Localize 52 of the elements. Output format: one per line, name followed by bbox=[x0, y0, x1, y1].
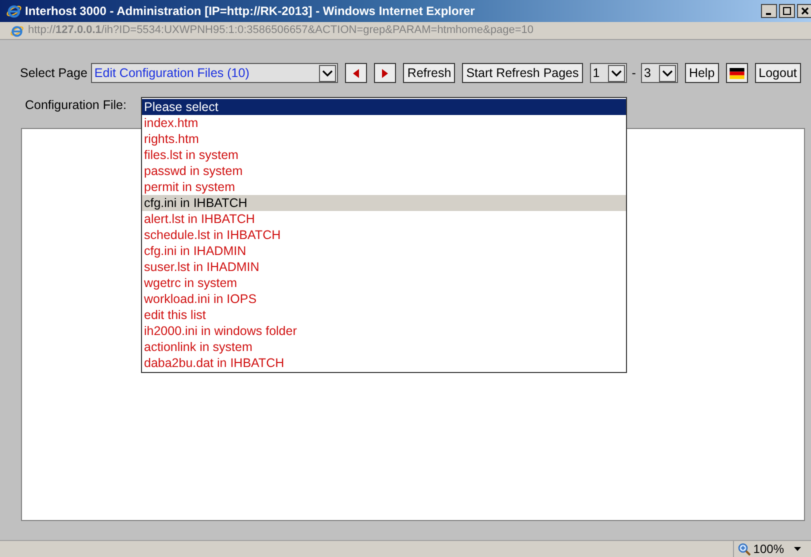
previous-button[interactable] bbox=[345, 63, 368, 83]
list-option[interactable]: rights.htm bbox=[142, 131, 626, 147]
dropdown-button[interactable] bbox=[608, 64, 625, 82]
flag-icon bbox=[728, 68, 745, 78]
url-text: http://127.0.0.1/ih?ID=5534:UXWPNH95:1:0:3586506657&ACTION=grep&PARAM=htmhome&page=10 bbox=[28, 23, 534, 38]
config-file-list[interactable] bbox=[141, 97, 627, 373]
list-option[interactable]: cfg.ini in IHADMIN bbox=[142, 243, 626, 259]
page-select[interactable]: Edit Configuration Files (10) bbox=[91, 63, 338, 83]
magnifier-icon bbox=[738, 542, 752, 556]
list-option[interactable]: actionlink in system bbox=[142, 339, 626, 355]
list-option[interactable]: index.htm bbox=[142, 115, 626, 131]
list-option[interactable]: files.lst in system bbox=[142, 147, 626, 163]
list-option[interactable]: ih2000.ini in windows folder bbox=[142, 323, 626, 339]
close-icon bbox=[801, 7, 809, 15]
start-refresh-button[interactable]: Start Refresh Pages bbox=[462, 63, 583, 83]
minimize-button[interactable] bbox=[761, 4, 777, 18]
refresh-button[interactable]: Refresh bbox=[403, 63, 456, 83]
chevron-down-icon bbox=[322, 70, 334, 76]
browser-logo-icon bbox=[10, 24, 24, 38]
triangle-left-icon bbox=[353, 68, 360, 78]
list-option[interactable]: workload.ini in IOPS bbox=[142, 291, 626, 307]
zoom-control[interactable]: 100% bbox=[733, 540, 784, 557]
maximize-icon bbox=[783, 7, 791, 15]
list-option[interactable]: passwd in system bbox=[142, 163, 626, 179]
range-separator: - bbox=[630, 64, 637, 82]
caret-down-icon[interactable] bbox=[794, 547, 801, 551]
list-option[interactable]: wgetrc in system bbox=[142, 275, 626, 291]
select-page-label: Select Page bbox=[20, 64, 88, 82]
list-option[interactable]: daba2bu.dat in IHBATCH bbox=[142, 355, 626, 371]
config-file-label: Configuration File: bbox=[25, 96, 126, 114]
maximize-button[interactable] bbox=[779, 4, 795, 18]
chevron-down-icon bbox=[662, 70, 673, 76]
chevron-down-icon bbox=[610, 70, 622, 76]
list-option[interactable]: edit this list bbox=[142, 307, 626, 323]
next-button[interactable] bbox=[374, 63, 396, 83]
list-option[interactable]: suser.lst in IHADMIN bbox=[142, 259, 626, 275]
to-select[interactable]: 3 bbox=[640, 63, 678, 83]
browser-logo-icon bbox=[6, 3, 22, 19]
logout-button[interactable]: Logout bbox=[754, 63, 801, 83]
list-option[interactable]: Please select bbox=[142, 99, 626, 115]
close-button[interactable] bbox=[797, 4, 811, 18]
list-option[interactable]: permit in system bbox=[142, 179, 626, 195]
list-option[interactable]: cfg.ini in IHBATCH bbox=[142, 195, 626, 211]
from-select[interactable]: 1 bbox=[590, 63, 627, 83]
window-title: Interhost 3000 - Administration [IP=http://RK-2013] - Windows Internet Explorer bbox=[25, 3, 475, 20]
list-option[interactable]: alert.lst in IHBATCH bbox=[142, 211, 626, 227]
dropdown-button[interactable] bbox=[658, 64, 676, 82]
language-button[interactable] bbox=[726, 63, 748, 83]
list-option[interactable]: schedule.lst in IHBATCH bbox=[142, 227, 626, 243]
help-button[interactable]: Help bbox=[684, 63, 719, 83]
dropdown-button[interactable] bbox=[319, 64, 336, 82]
triangle-right-icon bbox=[382, 68, 388, 78]
